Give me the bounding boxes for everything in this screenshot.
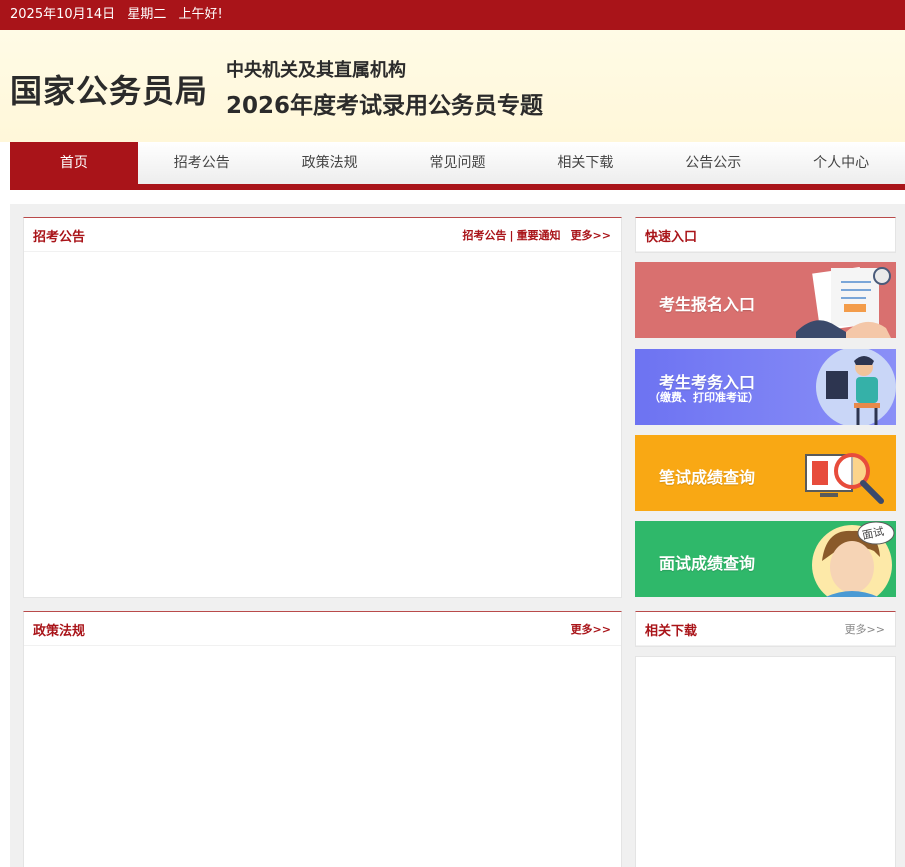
applicant-registration-banner[interactable]: 考生报名入口	[635, 262, 896, 338]
nav-home[interactable]: 首页	[10, 142, 138, 184]
interview-score-banner[interactable]: 面试成绩查询 面试	[635, 521, 896, 597]
notice-link[interactable]: 重要通知	[517, 229, 561, 242]
nav-policy[interactable]: 政策法规	[266, 142, 394, 184]
downloads-panel-title: 相关下载	[645, 624, 698, 639]
nav-personal-center[interactable]: 个人中心	[777, 142, 905, 184]
quick-entry-title: 快速入口	[645, 230, 698, 245]
banner-label: 面试成绩查询	[659, 554, 756, 573]
downloads-panel-header: 相关下载 更多>>	[636, 612, 895, 646]
downloads-panel: 相关下载 更多>>	[635, 611, 896, 647]
policy-panel-title: 政策法规	[33, 624, 86, 639]
recruit-panel-links: 招考公告 | 重要通知 更多>>	[463, 227, 611, 243]
recruit-more-link[interactable]: 更多>>	[571, 229, 611, 242]
downloads-list	[635, 656, 896, 867]
weekday-text: 星期二	[127, 7, 167, 22]
computer-user-icon	[816, 349, 896, 425]
application-form-icon	[796, 266, 891, 338]
nav-recruit[interactable]: 招考公告	[138, 142, 266, 184]
site-logo[interactable]: 国家公务员局	[10, 66, 208, 112]
main-nav: 首页 招考公告 政策法规 常见问题 相关下载 公告公示 个人中心	[10, 142, 905, 184]
downloads-panel-links: 更多>>	[835, 621, 885, 637]
top-date-bar: 2025年10月14日 星期二 上午好!	[0, 0, 905, 30]
recruit-panel: 招考公告 招考公告 | 重要通知 更多>>	[23, 217, 622, 598]
recruit-link[interactable]: 招考公告	[463, 229, 507, 242]
nav-downloads[interactable]: 相关下载	[521, 142, 649, 184]
banner-sublabel: （缴费、打印准考证）	[649, 391, 759, 404]
banner-label: 笔试成绩查询	[659, 468, 756, 487]
nav-announcements[interactable]: 公告公示	[649, 142, 777, 184]
link-separator: |	[509, 229, 514, 242]
nav-underline	[10, 184, 905, 190]
exam-affairs-banner[interactable]: 考生考务入口 （缴费、打印准考证）	[635, 349, 896, 425]
downloads-more-link[interactable]: 更多>>	[845, 623, 885, 636]
policy-panel-links: 更多>>	[561, 621, 611, 637]
content-area: 招考公告 招考公告 | 重要通知 更多>> 政策法规 更多>> 快速入口 考生报名入口	[10, 204, 905, 867]
header-subtitle: 中央机关及其直属机构	[226, 60, 406, 81]
magnifier-screen-icon	[805, 453, 884, 504]
policy-panel-header: 政策法规 更多>>	[24, 612, 621, 646]
recruit-panel-header: 招考公告 招考公告 | 重要通知 更多>>	[24, 218, 621, 252]
header-title: 2026年度考试录用公务员专题	[226, 93, 544, 119]
site-header: 国家公务员局 中央机关及其直属机构 2026年度考试录用公务员专题	[0, 30, 905, 142]
written-score-banner[interactable]: 笔试成绩查询	[635, 435, 896, 511]
date-text: 2025年10月14日	[10, 7, 116, 22]
quick-entry-header: 快速入口	[636, 218, 895, 252]
policy-more-link[interactable]: 更多>>	[571, 623, 611, 636]
greeting-text: 上午好!	[178, 7, 223, 22]
policy-panel: 政策法规 更多>>	[23, 611, 622, 867]
quick-entry-panel: 快速入口	[635, 217, 896, 253]
banner-label: 考生报名入口	[659, 295, 756, 314]
nav-faq[interactable]: 常见问题	[394, 142, 522, 184]
recruit-panel-title: 招考公告	[33, 230, 86, 245]
